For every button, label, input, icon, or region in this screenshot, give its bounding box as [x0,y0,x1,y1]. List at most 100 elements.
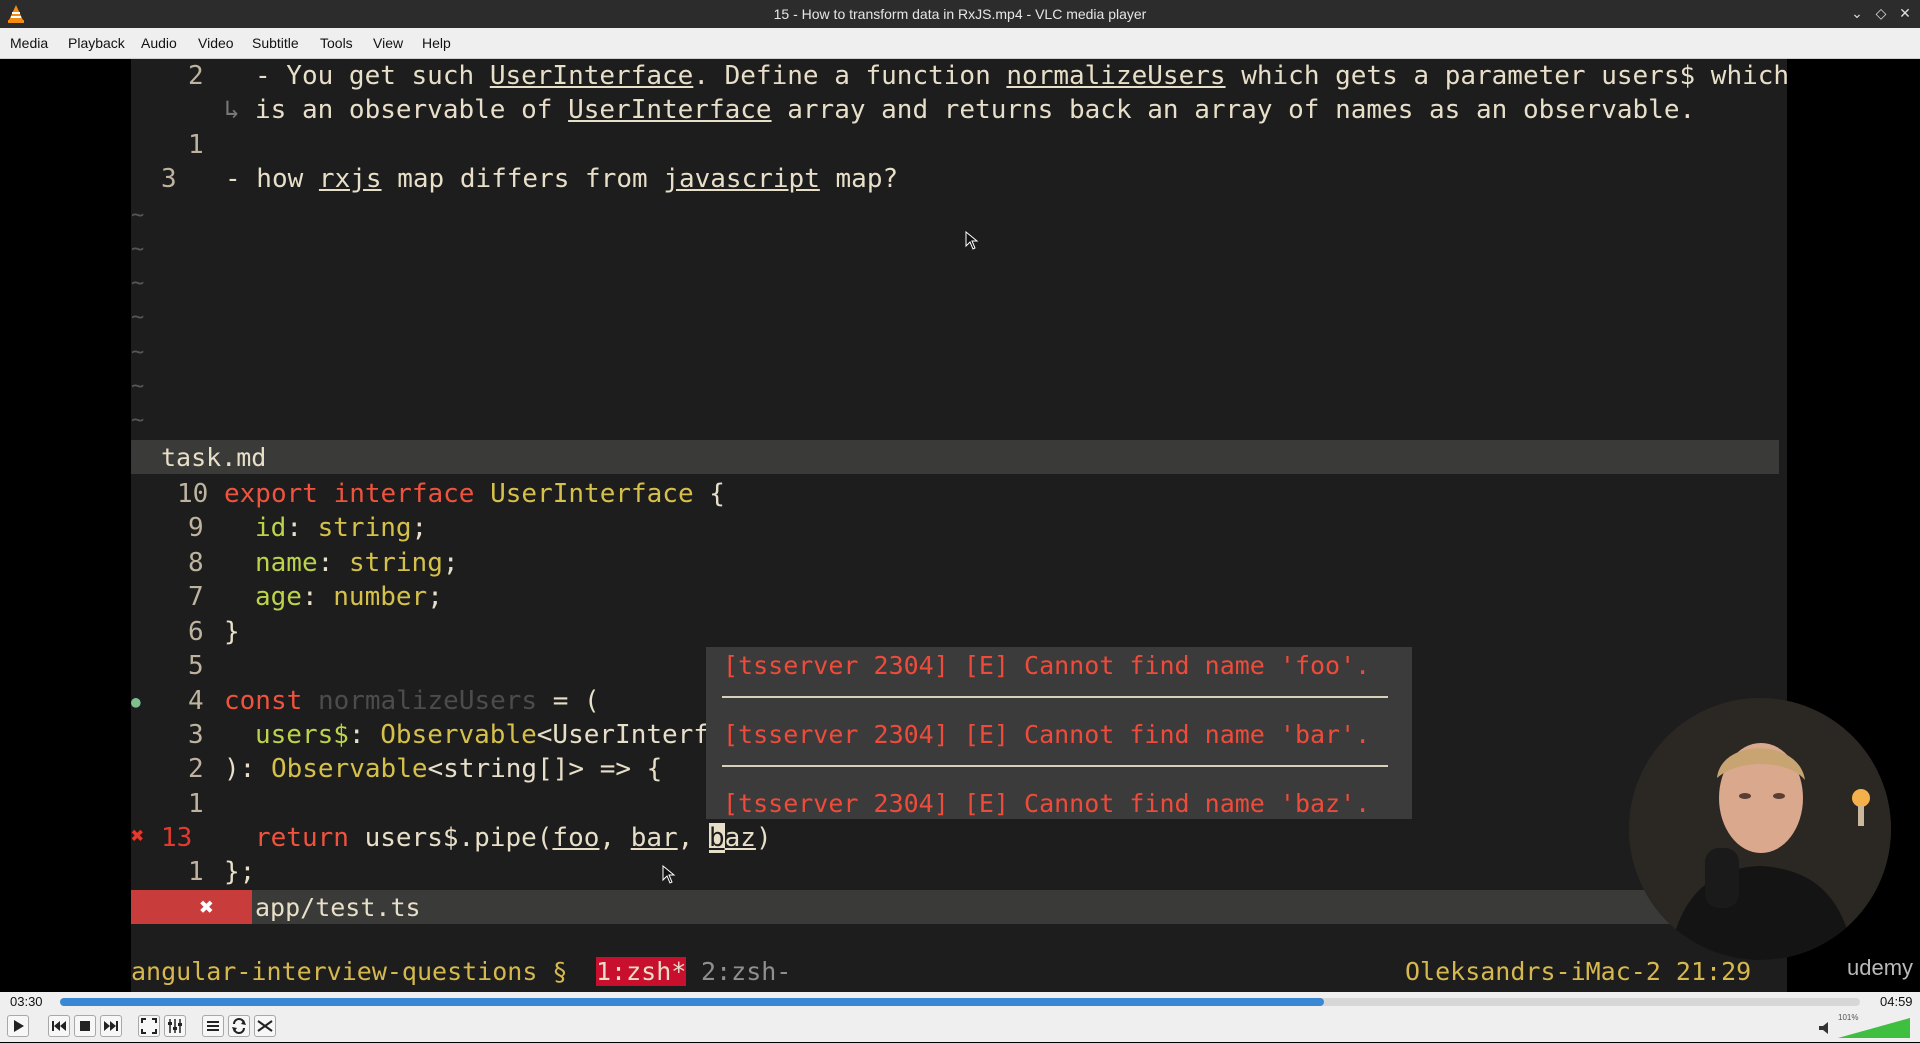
buffer-filename: task.md [161,443,267,472]
presenter-webcam [1629,698,1891,960]
line-number: 8 [188,548,204,578]
code-line: ): Observable<string[]> => { [224,754,663,784]
previous-button[interactable] [48,1015,70,1037]
empty-line-tilde: ~ [131,340,145,365]
empty-line-tilde: ~ [131,237,145,262]
playlist-button[interactable] [202,1015,224,1037]
buffer-filename: app/test.ts [255,893,421,922]
task-line-3: - how rxjs map differs from javascript m… [225,164,899,194]
video-area[interactable]: 2 - You get such UserInterface. Define a… [0,59,1920,992]
window-title: 15 - How to transform data in RxJS.mp4 -… [773,6,1147,22]
udemy-watermark: udemy [1847,955,1914,980]
line-number: 2 [188,61,204,91]
seek-row: 03:30 04:59 [0,992,1920,1012]
shuffle-icon [257,1020,273,1032]
total-time: 04:59 [1880,994,1913,1009]
diagnostic-message: [tsserver 2304] [E] Cannot find name 'fo… [723,651,1371,680]
line-number: 7 [188,582,204,612]
line-number-current: 13 [161,823,193,853]
volume-percent: 101% [1838,1013,1859,1022]
menu-playback[interactable]: Playback [68,35,125,51]
empty-line-tilde: ~ [131,271,145,296]
menu-bar: Media Playback Audio Video Subtitle Tool… [0,28,1920,59]
sign-column-dot-icon: ● [131,692,141,711]
extended-settings-button[interactable] [164,1015,186,1037]
stop-button[interactable] [74,1015,96,1037]
tmux-window-active: 1:zsh* [596,957,687,986]
tmux-session: angular-interview-questions § [131,957,583,986]
error-status-icon: ✖ [131,890,252,924]
menu-audio[interactable]: Audio [141,35,177,51]
line-number: 4 [188,686,204,716]
video-frame: 2 - You get such UserInterface. Define a… [131,59,1913,992]
stop-icon [80,1021,90,1031]
menu-help[interactable]: Help [422,35,451,51]
loop-icon [232,1018,246,1034]
empty-line-tilde: ~ [131,305,145,330]
play-button[interactable] [7,1015,29,1037]
maximize-icon[interactable]: ◇ [1872,4,1890,22]
seek-progress-fill [60,998,1324,1006]
task-line-1: - You get such UserInterface. Define a f… [255,61,1790,91]
seek-slider[interactable] [60,998,1860,1006]
code-line: id: string; [255,513,428,543]
fullscreen-button[interactable] [138,1015,160,1037]
text-cursor: b [708,823,725,853]
buffer-status-bar: task.md [131,440,1779,474]
code-line: }; [224,857,256,887]
line-number: 1 [188,857,204,887]
playlist-icon [207,1021,219,1031]
divider [722,696,1388,698]
empty-line-tilde: ~ [131,408,145,433]
line-number: 3 [188,720,204,750]
menu-video[interactable]: Video [198,35,234,51]
code-line: age: number; [255,582,443,612]
line-number: 1 [188,130,204,160]
code-line: name: string; [255,548,459,578]
line-number-current: 3 [161,164,177,194]
menu-tools[interactable]: Tools [320,35,353,51]
equalizer-icon [168,1019,182,1033]
window-titlebar: 15 - How to transform data in RxJS.mp4 -… [0,0,1920,28]
line-number: 10 [177,479,209,509]
wrap-arrow-icon: ↳ [224,95,240,125]
diagnostic-message: [tsserver 2304] [E] Cannot find name 'ba… [723,789,1371,818]
minimize-icon[interactable]: ⌄ [1848,4,1866,22]
speaker-icon[interactable] [1818,1021,1834,1035]
volume-slider[interactable]: 101% [1838,1013,1910,1038]
tmux-status-bar: angular-interview-questions § 1:zsh* 2:z… [131,954,1779,988]
menu-media[interactable]: Media [10,35,48,51]
line-number: 6 [188,617,204,647]
line-number: 5 [188,651,204,681]
shuffle-button[interactable] [254,1015,276,1037]
line-number: 1 [188,789,204,819]
playback-controls: 101% [0,1012,1920,1042]
menu-subtitle[interactable]: Subtitle [252,35,299,51]
diagnostics-popup: [tsserver 2304] [E] Cannot find name 'fo… [706,647,1412,819]
code-line: users$: Observable<UserInterf [255,720,709,750]
mouse-pointer-icon [662,865,676,884]
buffer-status-bar: ✖ app/test.ts t] [131,890,1779,924]
tmux-host-clock: Oleksandrs-iMac-2 21:29 [1405,957,1752,986]
line-number: 2 [188,754,204,784]
divider [722,765,1388,767]
skip-back-icon [52,1021,66,1031]
task-line-2: is an observable of UserInterface array … [255,95,1696,125]
code-line-error: return users$.pipe(foo, bar, baz) [255,823,772,853]
diagnostic-message: [tsserver 2304] [E] Cannot find name 'ba… [723,720,1371,749]
close-icon[interactable]: ✕ [1896,4,1914,22]
code-line: export interface UserInterface { [224,479,725,509]
error-sign-icon: ✖ [131,824,145,849]
mouse-pointer-icon [965,231,979,250]
fullscreen-icon [141,1018,157,1034]
next-button[interactable] [100,1015,122,1037]
menu-view[interactable]: View [373,35,403,51]
line-number: 9 [188,513,204,543]
empty-line-tilde: ~ [131,374,145,399]
tmux-window: 2:zsh- [686,957,792,986]
empty-line-tilde: ~ [131,203,145,228]
skip-forward-icon [104,1021,118,1031]
loop-button[interactable] [228,1015,250,1037]
code-line: } [224,617,240,647]
code-line: const normalizeUsers = ( [224,686,600,716]
